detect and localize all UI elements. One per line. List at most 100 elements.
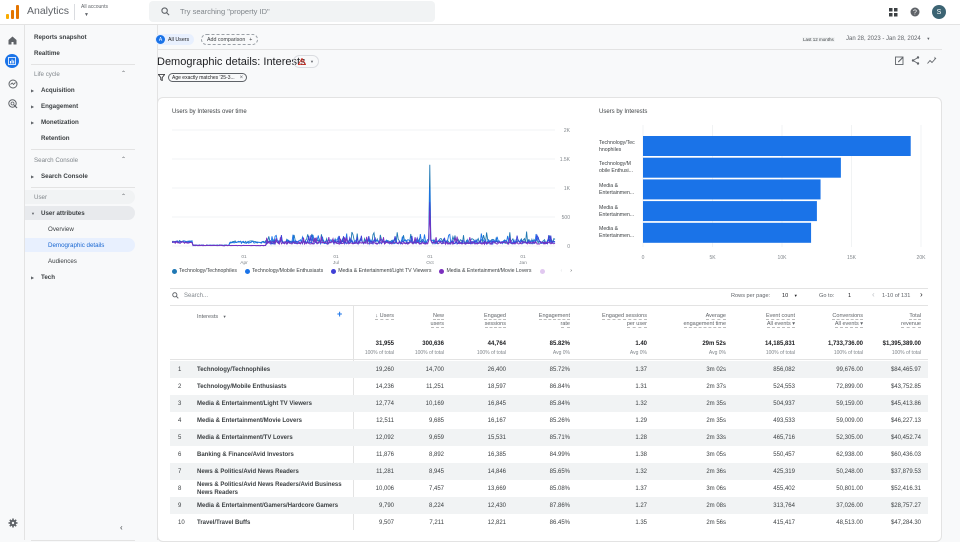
date-range-picker[interactable]: Jan 28, 2023 - Jan 28, 2024 ▼ — [846, 36, 930, 42]
goto-page-input[interactable]: 1 — [848, 293, 851, 299]
legend-item[interactable]: Technology/Technophiles — [172, 268, 237, 274]
caret-down-icon[interactable]: ▼ — [84, 12, 89, 18]
close-icon[interactable]: × — [240, 75, 244, 81]
cell-value: $46,227.13 — [890, 417, 921, 424]
rows-per-page-select[interactable]: 10 ▼ — [782, 293, 798, 299]
chevron-up-icon[interactable]: ⌃ — [121, 70, 126, 77]
bar[interactable] — [643, 136, 911, 156]
column-header[interactable]: Engagement rate — [500, 312, 570, 328]
interest-name[interactable]: News & Politics/Avid News Readers — [197, 463, 352, 480]
table-row[interactable]: 2 Technology/Mobile Enthusiasts 14,236 11,2… — [170, 378, 928, 395]
column-header[interactable]: Engaged sessions — [436, 312, 506, 328]
cell-value: 2m 36s — [706, 468, 726, 475]
nav-acquisition[interactable]: Acquisition — [41, 83, 151, 97]
legend-item[interactable]: Media & Entertainment/Movie Lovers — [439, 268, 532, 274]
add-comparison-button[interactable]: Add comparison + — [201, 34, 259, 45]
cell-value: 26,400 — [487, 366, 506, 373]
search-bar[interactable]: Try searching "property ID" — [149, 1, 435, 22]
home-icon[interactable] — [6, 34, 19, 47]
nav-section-search-console[interactable]: Search Console — [34, 153, 144, 167]
legend-next-icon[interactable]: › — [570, 268, 572, 274]
legend-label: Technology/Technophiles — [179, 268, 237, 274]
legend-item[interactable]: Media & Entertainment/Light TV Viewers — [331, 268, 431, 274]
interest-name[interactable]: Media & Entertainment/Light TV Viewers — [197, 395, 352, 412]
advertising-icon[interactable] — [6, 97, 19, 110]
nav-search-console[interactable]: Search Console — [41, 169, 151, 183]
nav-engagement[interactable]: Engagement — [41, 99, 151, 113]
avatar[interactable]: S — [932, 5, 946, 19]
table-row[interactable]: 3 Media & Entertainment/Light TV Viewers 1… — [170, 395, 928, 412]
column-total: 44,764 — [487, 341, 506, 347]
search-icon — [172, 292, 179, 299]
column-header[interactable]: Total revenue — [851, 312, 921, 328]
bar[interactable] — [643, 222, 812, 243]
insights-icon[interactable] — [927, 56, 937, 65]
next-page-icon[interactable]: › — [920, 290, 923, 299]
interest-name[interactable]: Media & Entertainment/TV Lovers — [197, 429, 352, 446]
table-row[interactable]: 10 Travel/Travel Buffs 9,507 7,211 12,821 86.… — [170, 514, 928, 531]
customize-report-icon[interactable] — [895, 56, 904, 65]
dimension-header[interactable]: Interests ▼ — [197, 313, 227, 321]
reports-icon[interactable] — [5, 54, 19, 68]
bar[interactable] — [643, 157, 841, 178]
cell-value: 3m 05s — [706, 451, 726, 458]
interest-name[interactable]: Technology/Technophiles — [197, 361, 352, 378]
nav-audiences[interactable]: Audiences — [48, 254, 158, 268]
column-header[interactable]: Event count All events ▾ — [725, 312, 795, 328]
column-total-caption: 100% of total — [364, 350, 394, 356]
nav-demographic-details[interactable]: Demographic details — [25, 238, 135, 252]
nav-realtime[interactable]: Realtime — [34, 46, 144, 60]
apps-grid-icon[interactable] — [889, 7, 898, 17]
filter-chip[interactable]: Age exactly matches '25-3... × — [168, 73, 248, 82]
column-total-caption: Avg 0% — [629, 350, 647, 356]
caret-right-icon: ▶ — [31, 174, 35, 179]
interest-name[interactable]: Technology/Mobile Enthusiasts — [197, 378, 352, 395]
table-row[interactable]: 1 Technology/Technophiles 19,260 14,700 26,4… — [170, 361, 928, 378]
interest-name[interactable]: Media & Entertainment/Gamers/Hardcore Ga… — [197, 497, 352, 514]
table-row[interactable]: 6 Banking & Finance/Avid Investors 11,876 8… — [170, 446, 928, 463]
bar[interactable] — [643, 179, 821, 200]
series-line[interactable] — [172, 210, 556, 247]
nav-reports-snapshot[interactable]: Reports snapshot — [34, 30, 144, 44]
divider — [170, 359, 928, 360]
settings-gear-icon[interactable] — [6, 516, 19, 529]
data-quality-warning-button[interactable]: ▼ — [293, 55, 319, 68]
interest-name[interactable]: Travel/Travel Buffs — [197, 514, 352, 531]
cell-value: 16,167 — [487, 417, 506, 424]
table-row[interactable]: 5 Media & Entertainment/TV Lovers 12,092 9,… — [170, 429, 928, 446]
explore-icon[interactable] — [6, 77, 19, 90]
segment-chip[interactable]: A All Users — [155, 34, 195, 45]
column-header[interactable]: Average engagement time — [656, 312, 726, 328]
cell-value: 1.37 — [635, 485, 647, 492]
column-header[interactable]: New users — [374, 312, 444, 328]
table-row[interactable]: 9 Media & Entertainment/Gamers/Hardcore G… — [170, 497, 928, 514]
chevron-up-icon[interactable]: ⌃ — [121, 193, 126, 200]
nav-overview[interactable]: Overview — [48, 222, 158, 236]
chevron-up-icon[interactable]: ⌃ — [121, 156, 126, 163]
column-header[interactable]: Engaged sessions per user — [577, 312, 647, 328]
collapse-nav-chevron-icon[interactable]: ‹ — [120, 523, 123, 532]
prev-page-icon[interactable]: ‹ — [872, 290, 875, 299]
cell-value: $40,452.74 — [890, 434, 921, 441]
account-selector[interactable]: All accounts — [81, 4, 108, 10]
nav-tech[interactable]: Tech — [41, 270, 151, 284]
nav-user-attributes[interactable]: User attributes — [25, 206, 135, 220]
nav-retention[interactable]: Retention — [41, 131, 151, 145]
help-icon[interactable]: ? — [910, 7, 920, 17]
interest-name[interactable]: Media & Entertainment/Movie Lovers — [197, 412, 352, 429]
table-row[interactable]: 8 News & Politics/Avid News Readers/Avid … — [170, 480, 928, 497]
interest-name[interactable]: News & Politics/Avid News Readers/Avid B… — [197, 480, 352, 497]
legend-prev-icon[interactable]: ‹ — [561, 268, 563, 274]
nav-section-user[interactable]: User — [25, 190, 135, 204]
table-search-input[interactable]: Search... — [172, 292, 208, 299]
series-line[interactable] — [172, 164, 556, 247]
table-row[interactable]: 4 Media & Entertainment/Movie Lovers 12,51… — [170, 412, 928, 429]
share-icon[interactable] — [911, 56, 920, 65]
legend-item[interactable]: Technology/Mobile Enthusiasts — [244, 268, 323, 274]
interest-name[interactable]: Banking & Finance/Avid Investors — [197, 446, 352, 463]
table-row[interactable]: 7 News & Politics/Avid News Readers 11,281… — [170, 463, 928, 480]
bar-label: Media & Entertainmen... — [599, 226, 635, 239]
nav-section-life-cycle[interactable]: Life cycle — [34, 67, 144, 81]
bar[interactable] — [643, 201, 817, 222]
nav-monetization[interactable]: Monetization — [41, 115, 151, 129]
